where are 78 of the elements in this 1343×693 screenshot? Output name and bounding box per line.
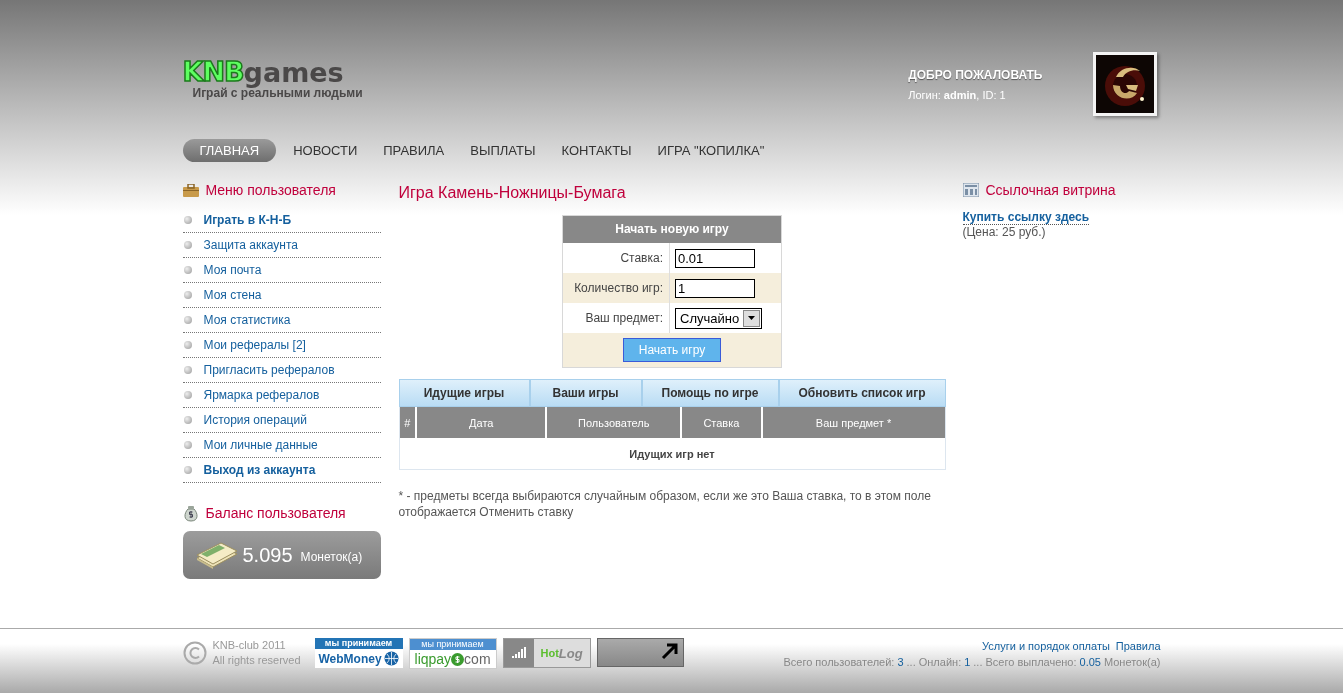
bullet-icon (183, 241, 192, 249)
stat-label: ... Онлайн: (906, 656, 962, 668)
copyright-icon (182, 641, 207, 665)
stat-unit: Монеток(а) (1103, 656, 1161, 668)
tab-button[interactable]: Ваши игры (529, 379, 642, 407)
column-header: Ставка (681, 407, 762, 438)
bullet-icon (183, 216, 192, 224)
dropdown-arrow-icon (748, 316, 756, 320)
stat-value: 1 (964, 656, 971, 668)
menu-link[interactable]: Играть в К-Н-Б (203, 213, 292, 227)
nav-tab[interactable]: ИГРА "КОПИЛКА" (648, 138, 774, 162)
tab-button[interactable]: Идущие игры (398, 379, 530, 407)
page-title: Игра Камень-Ножницы-Бумага (398, 184, 627, 203)
menu-link[interactable]: Пригласить рефералов (203, 363, 335, 377)
menu-link[interactable]: Выход из аккаунта (203, 463, 316, 477)
bullet-icon (183, 316, 192, 324)
logo-text[interactable]: games (243, 60, 344, 86)
menu-link[interactable]: Защита аккаунта (203, 238, 298, 252)
menu-link[interactable]: Моя стена (203, 288, 262, 302)
copyright-text: KNB-club 2011 (212, 638, 287, 653)
balance-amount: 5.095 (242, 543, 293, 567)
coin-icon (451, 652, 465, 666)
stat-value: 3 (897, 656, 904, 668)
bullet-icon (183, 341, 192, 349)
field-label: Количество игр: (563, 273, 670, 303)
menu-link[interactable]: Мои личные данные (203, 438, 318, 452)
column-header: Дата (416, 407, 547, 438)
price-text: (Цена: 25 руб.) (962, 225, 1047, 239)
arrow-icon (660, 642, 679, 660)
login-info: Логин: admin, ID: 1 (908, 89, 1007, 101)
stat-value: 0.05 (1079, 656, 1101, 668)
buy-link[interactable]: Купить ссылку здесь (962, 210, 1090, 225)
bullet-icon (183, 441, 192, 449)
tab-button[interactable]: Помощь по игре (641, 379, 779, 407)
section-title: Баланс пользователя (205, 505, 346, 521)
newspaper-icon (962, 183, 979, 197)
bullet-icon (183, 266, 192, 274)
bullet-icon (183, 466, 192, 474)
column-header: Ваш предмет * (761, 407, 945, 438)
liqpay-badge[interactable]: мы принимаем liqpay com (408, 638, 497, 669)
globe-icon (383, 651, 399, 666)
column-header: Пользователь (546, 407, 682, 438)
select-field[interactable]: Случайно (675, 307, 763, 329)
welcome-title: ДОБРО ПОЖАЛОВАТЬ (908, 68, 1043, 82)
bullet-icon (183, 366, 192, 374)
menu-link[interactable]: История операций (203, 413, 307, 427)
section-title: Меню пользователя (205, 182, 336, 198)
tab-button[interactable]: Обновить список игр (778, 379, 946, 407)
menu-link[interactable]: Моя почта (203, 263, 262, 277)
briefcase-icon (182, 183, 199, 197)
nav-tab[interactable]: ГЛАВНАЯ (182, 138, 277, 162)
counter-badge[interactable] (596, 638, 684, 667)
section-title: Ссылочная витрина (985, 182, 1116, 198)
balance-unit: Монеток(а) (300, 550, 363, 564)
input-field[interactable]: 0.01 (675, 248, 755, 268)
bullet-icon (183, 416, 192, 424)
bullet-icon (183, 291, 192, 299)
banknotes-icon (194, 540, 239, 570)
nav-tab[interactable]: ПРАВИЛА (374, 138, 454, 162)
nav-tab[interactable]: НОВОСТИ (284, 138, 367, 162)
form-title: Начать новую игру (563, 216, 781, 243)
copyright-text: All rights reserved (212, 653, 301, 668)
stat-label: Всего пользователей: (783, 656, 895, 668)
webmoney-badge[interactable]: мы принимаем WebMoney (314, 638, 403, 668)
menu-link[interactable]: Мои рефералы [2] (203, 338, 306, 352)
money-bag-icon (182, 504, 199, 522)
stat-label: ... Всего выплачено: (973, 656, 1077, 668)
input-field[interactable]: 1 (675, 278, 755, 298)
footer-link[interactable]: Услуги и порядок оплаты (982, 640, 1110, 652)
nav-tab[interactable]: КОНТАКТЫ (552, 138, 641, 162)
nav-tab[interactable]: ВЫПЛАТЫ (461, 138, 545, 162)
footer-link[interactable]: Правила (1115, 640, 1161, 652)
menu-link[interactable]: Ярмарка рефералов (203, 388, 320, 402)
footnote: * - предметы всегда выбираются случайным образом, если же это Ваша ставка, то в этом поле отображается Отменить ставку (398, 488, 932, 520)
empty-message: Идущих игр нет (399, 438, 945, 470)
bars-icon (511, 647, 526, 659)
bullet-icon (183, 391, 192, 399)
menu-link[interactable]: Моя статистика (203, 313, 291, 327)
